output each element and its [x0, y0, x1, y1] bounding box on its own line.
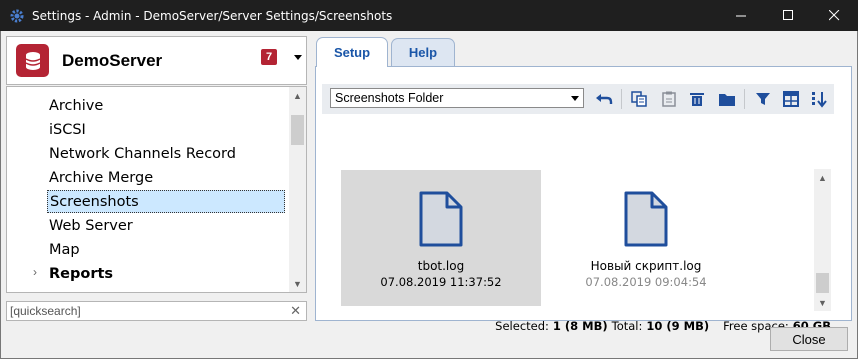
- maximize-button[interactable]: [765, 0, 811, 31]
- copy-icon[interactable]: [630, 90, 648, 108]
- notification-badge: 7: [261, 49, 277, 65]
- quicksearch-text: [quicksearch]: [10, 304, 81, 318]
- clear-icon[interactable]: ✕: [290, 303, 301, 319]
- folder-select-value: Screenshots Folder: [335, 91, 444, 105]
- tree-scrollbar[interactable]: ▲ ▼: [289, 87, 306, 292]
- window-title: Settings - Admin - DemoServer/Server Set…: [32, 8, 393, 23]
- minimize-icon: [735, 15, 746, 17]
- scroll-down-icon[interactable]: ▼: [289, 275, 306, 292]
- file-date: 07.08.2019 09:04:54: [585, 275, 707, 289]
- files-scrollbar[interactable]: ▲ ▼: [814, 169, 831, 311]
- file-item[interactable]: tbot.log 07.08.2019 11:37:52: [341, 170, 541, 306]
- tree-item-reports[interactable]: Reports: [47, 262, 285, 285]
- tree-item-label: Reports: [49, 265, 114, 282]
- close-icon: [828, 10, 839, 21]
- tree-item-label: Archive: [49, 97, 104, 114]
- database-icon: [16, 44, 49, 77]
- filter-icon[interactable]: [754, 90, 772, 108]
- setup-panel: Screenshots Folder tbot.log 07.08.2019 1…: [315, 66, 852, 333]
- server-name: DemoServer: [62, 50, 163, 70]
- file-name: Новый скрипт.log: [590, 259, 702, 273]
- tab-help[interactable]: Help: [391, 38, 455, 66]
- minimize-button[interactable]: [718, 0, 764, 31]
- tab-label: Setup: [333, 45, 371, 60]
- toolbar-divider: [621, 89, 622, 109]
- tree-item-label: iSCSI: [49, 121, 86, 138]
- tree-item-clipped: [47, 87, 52, 91]
- tree-item-map[interactable]: Map: [47, 238, 285, 261]
- tab-setup[interactable]: Setup: [316, 37, 388, 67]
- server-selector[interactable]: DemoServer 7: [6, 36, 307, 85]
- chevron-down-icon: [571, 96, 579, 101]
- back-icon[interactable]: [595, 90, 613, 108]
- tree-item-archive-merge[interactable]: Archive Merge: [47, 166, 285, 189]
- settings-tree: Archive iSCSI Network Channels Record Ar…: [6, 86, 307, 293]
- scroll-down-icon[interactable]: ▼: [814, 294, 831, 311]
- tree-item-web-server[interactable]: Web Server: [47, 214, 285, 237]
- tree-item-network-channels-record[interactable]: Network Channels Record: [47, 142, 285, 165]
- folder-select[interactable]: Screenshots Folder: [330, 88, 584, 108]
- selected-label: Selected:: [495, 319, 549, 333]
- tree-item-label: Network Channels Record: [49, 145, 236, 162]
- gear-icon: [10, 9, 24, 22]
- chevron-down-icon[interactable]: [294, 55, 302, 60]
- tab-label: Help: [408, 45, 438, 60]
- expand-arrow-icon[interactable]: ›: [33, 265, 37, 279]
- file-name: tbot.log: [417, 259, 465, 273]
- scroll-thumb[interactable]: [816, 273, 829, 293]
- document-icon: [419, 191, 463, 247]
- tree-item-screenshots[interactable]: Screenshots: [47, 190, 285, 213]
- tree-item-archive[interactable]: Archive: [47, 94, 285, 117]
- maximize-icon: [782, 10, 793, 20]
- tree-item-label: Screenshots: [50, 193, 139, 210]
- close-window-button[interactable]: [811, 0, 857, 31]
- file-item[interactable]: Новый скрипт.log 07.08.2019 09:04:54: [546, 170, 746, 306]
- file-date: 07.08.2019 11:37:52: [380, 275, 502, 289]
- grid-view-icon[interactable]: [782, 90, 800, 108]
- delete-icon[interactable]: [688, 90, 706, 108]
- close-button-label: Close: [792, 331, 826, 347]
- quicksearch-input[interactable]: [quicksearch] ✕: [6, 301, 307, 321]
- document-icon: [624, 191, 668, 247]
- selected-value: 1 (8 MB): [552, 319, 608, 333]
- scroll-thumb[interactable]: [291, 115, 304, 145]
- tree-item-iscsi[interactable]: iSCSI: [47, 118, 285, 141]
- close-button[interactable]: Close: [770, 327, 848, 351]
- tree-item-label: Archive Merge: [49, 169, 154, 186]
- title-bar: Settings - Admin - DemoServer/Server Set…: [0, 0, 858, 31]
- window-body: DemoServer 7 Archive iSCSI Network Chann…: [0, 31, 858, 359]
- toolbar-divider: [744, 89, 745, 109]
- toolbar: Screenshots Folder: [322, 84, 834, 114]
- total-label: Total:: [611, 319, 643, 333]
- tree-item-label: Web Server: [49, 217, 133, 234]
- folder-icon[interactable]: [718, 90, 736, 108]
- scroll-up-icon[interactable]: ▲: [289, 87, 306, 104]
- paste-icon[interactable]: [660, 90, 678, 108]
- scroll-up-icon[interactable]: ▲: [814, 169, 831, 186]
- tree-item-label: Map: [49, 241, 80, 258]
- total-value: 10 (9 MB): [646, 319, 710, 333]
- sort-icon[interactable]: [810, 90, 828, 108]
